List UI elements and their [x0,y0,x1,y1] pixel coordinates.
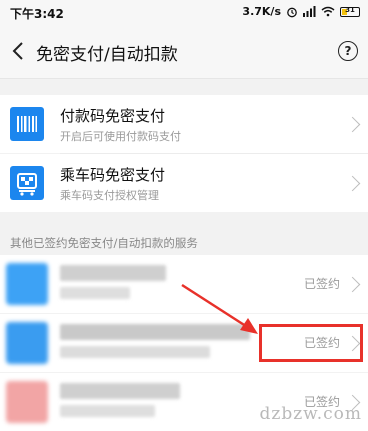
service-logo-icon [6,381,48,423]
bus-qr-icon [10,166,44,200]
page-title: 免密支付/自动扣款 [36,45,178,65]
help-icon[interactable]: ? [338,41,358,61]
back-icon[interactable] [8,40,30,62]
list-item-payment-code[interactable]: 付款码免密支付 开启后可使用付款码支付 [0,95,368,153]
wifi-icon [321,6,335,17]
status-label: 已签约 [303,277,340,291]
service-row[interactable]: 已签约 [0,255,368,313]
list-item-title: 付款码免密支付 [60,107,166,125]
battery-icon: 31 [340,6,360,17]
alarm-icon [287,7,297,17]
status-bar: 下午3:42 3.7K/s 31 [0,0,368,26]
blurred-service-name [60,324,250,340]
service-logo-icon [6,263,48,305]
blurred-service-name [60,383,180,399]
barcode-icon [10,107,44,141]
section-label: 其他已签约免密支付/自动扣款的服务 [10,236,198,250]
list-item-subtitle: 乘车码支付授权管理 [60,189,159,202]
list-item-subtitle: 开启后可使用付款码支付 [60,130,181,143]
status-icons: 3.7K/s 31 [242,5,360,18]
list-item-title: 乘车码免密支付 [60,166,166,184]
status-time: 下午3:42 [10,7,64,21]
service-logo-icon [6,322,48,364]
chevron-right-icon [344,175,361,192]
chevron-right-icon [344,276,361,293]
blurred-service-name [60,265,166,281]
blurred-service-detail [60,405,155,417]
signal-icon [303,6,316,17]
watermark: dzbzw.com [259,404,362,424]
blurred-service-detail [60,287,130,299]
blurred-service-detail [60,346,210,358]
network-speed: 3.7K/s [242,5,281,18]
list-item-transit-code[interactable]: 乘车码免密支付 乘车码支付授权管理 [0,154,368,212]
header: 免密支付/自动扣款 ? [0,26,368,79]
chevron-right-icon [344,116,361,133]
highlight-box [259,324,363,362]
